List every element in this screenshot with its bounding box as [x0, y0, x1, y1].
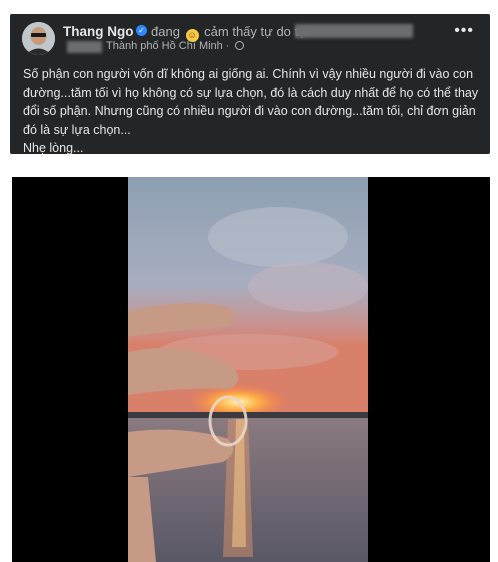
redacted-time — [67, 41, 102, 53]
location-text[interactable]: Thành phố Hồ Chí Minh · — [106, 40, 230, 52]
redacted-place — [295, 24, 413, 38]
verified-badge-icon: ✓ — [136, 25, 147, 36]
post-text: Số phận con người vốn dĩ không ai giống … — [23, 65, 483, 158]
author-name[interactable]: Thang Ngo — [63, 24, 134, 39]
avatar[interactable] — [22, 22, 55, 55]
location-line: Thành phố Hồ Chí Minh · — [106, 40, 244, 52]
video-thumbnail[interactable] — [128, 177, 368, 562]
post-text-paragraph: Số phận con người vốn dĩ không ai giống … — [23, 67, 479, 137]
feeling-text[interactable]: cảm thấy tự do tại — [204, 24, 308, 39]
feeling-prefix: đang — [151, 24, 180, 39]
media-frame[interactable] — [12, 177, 490, 562]
post-card: Thang Ngo ✓ đang ☺ cảm thấy tự do tại Th… — [10, 14, 490, 155]
post-text-closing: Nhẹ lòng... — [23, 141, 84, 155]
more-options-button[interactable]: ••• — [454, 22, 474, 40]
globe-icon[interactable] — [234, 41, 244, 50]
